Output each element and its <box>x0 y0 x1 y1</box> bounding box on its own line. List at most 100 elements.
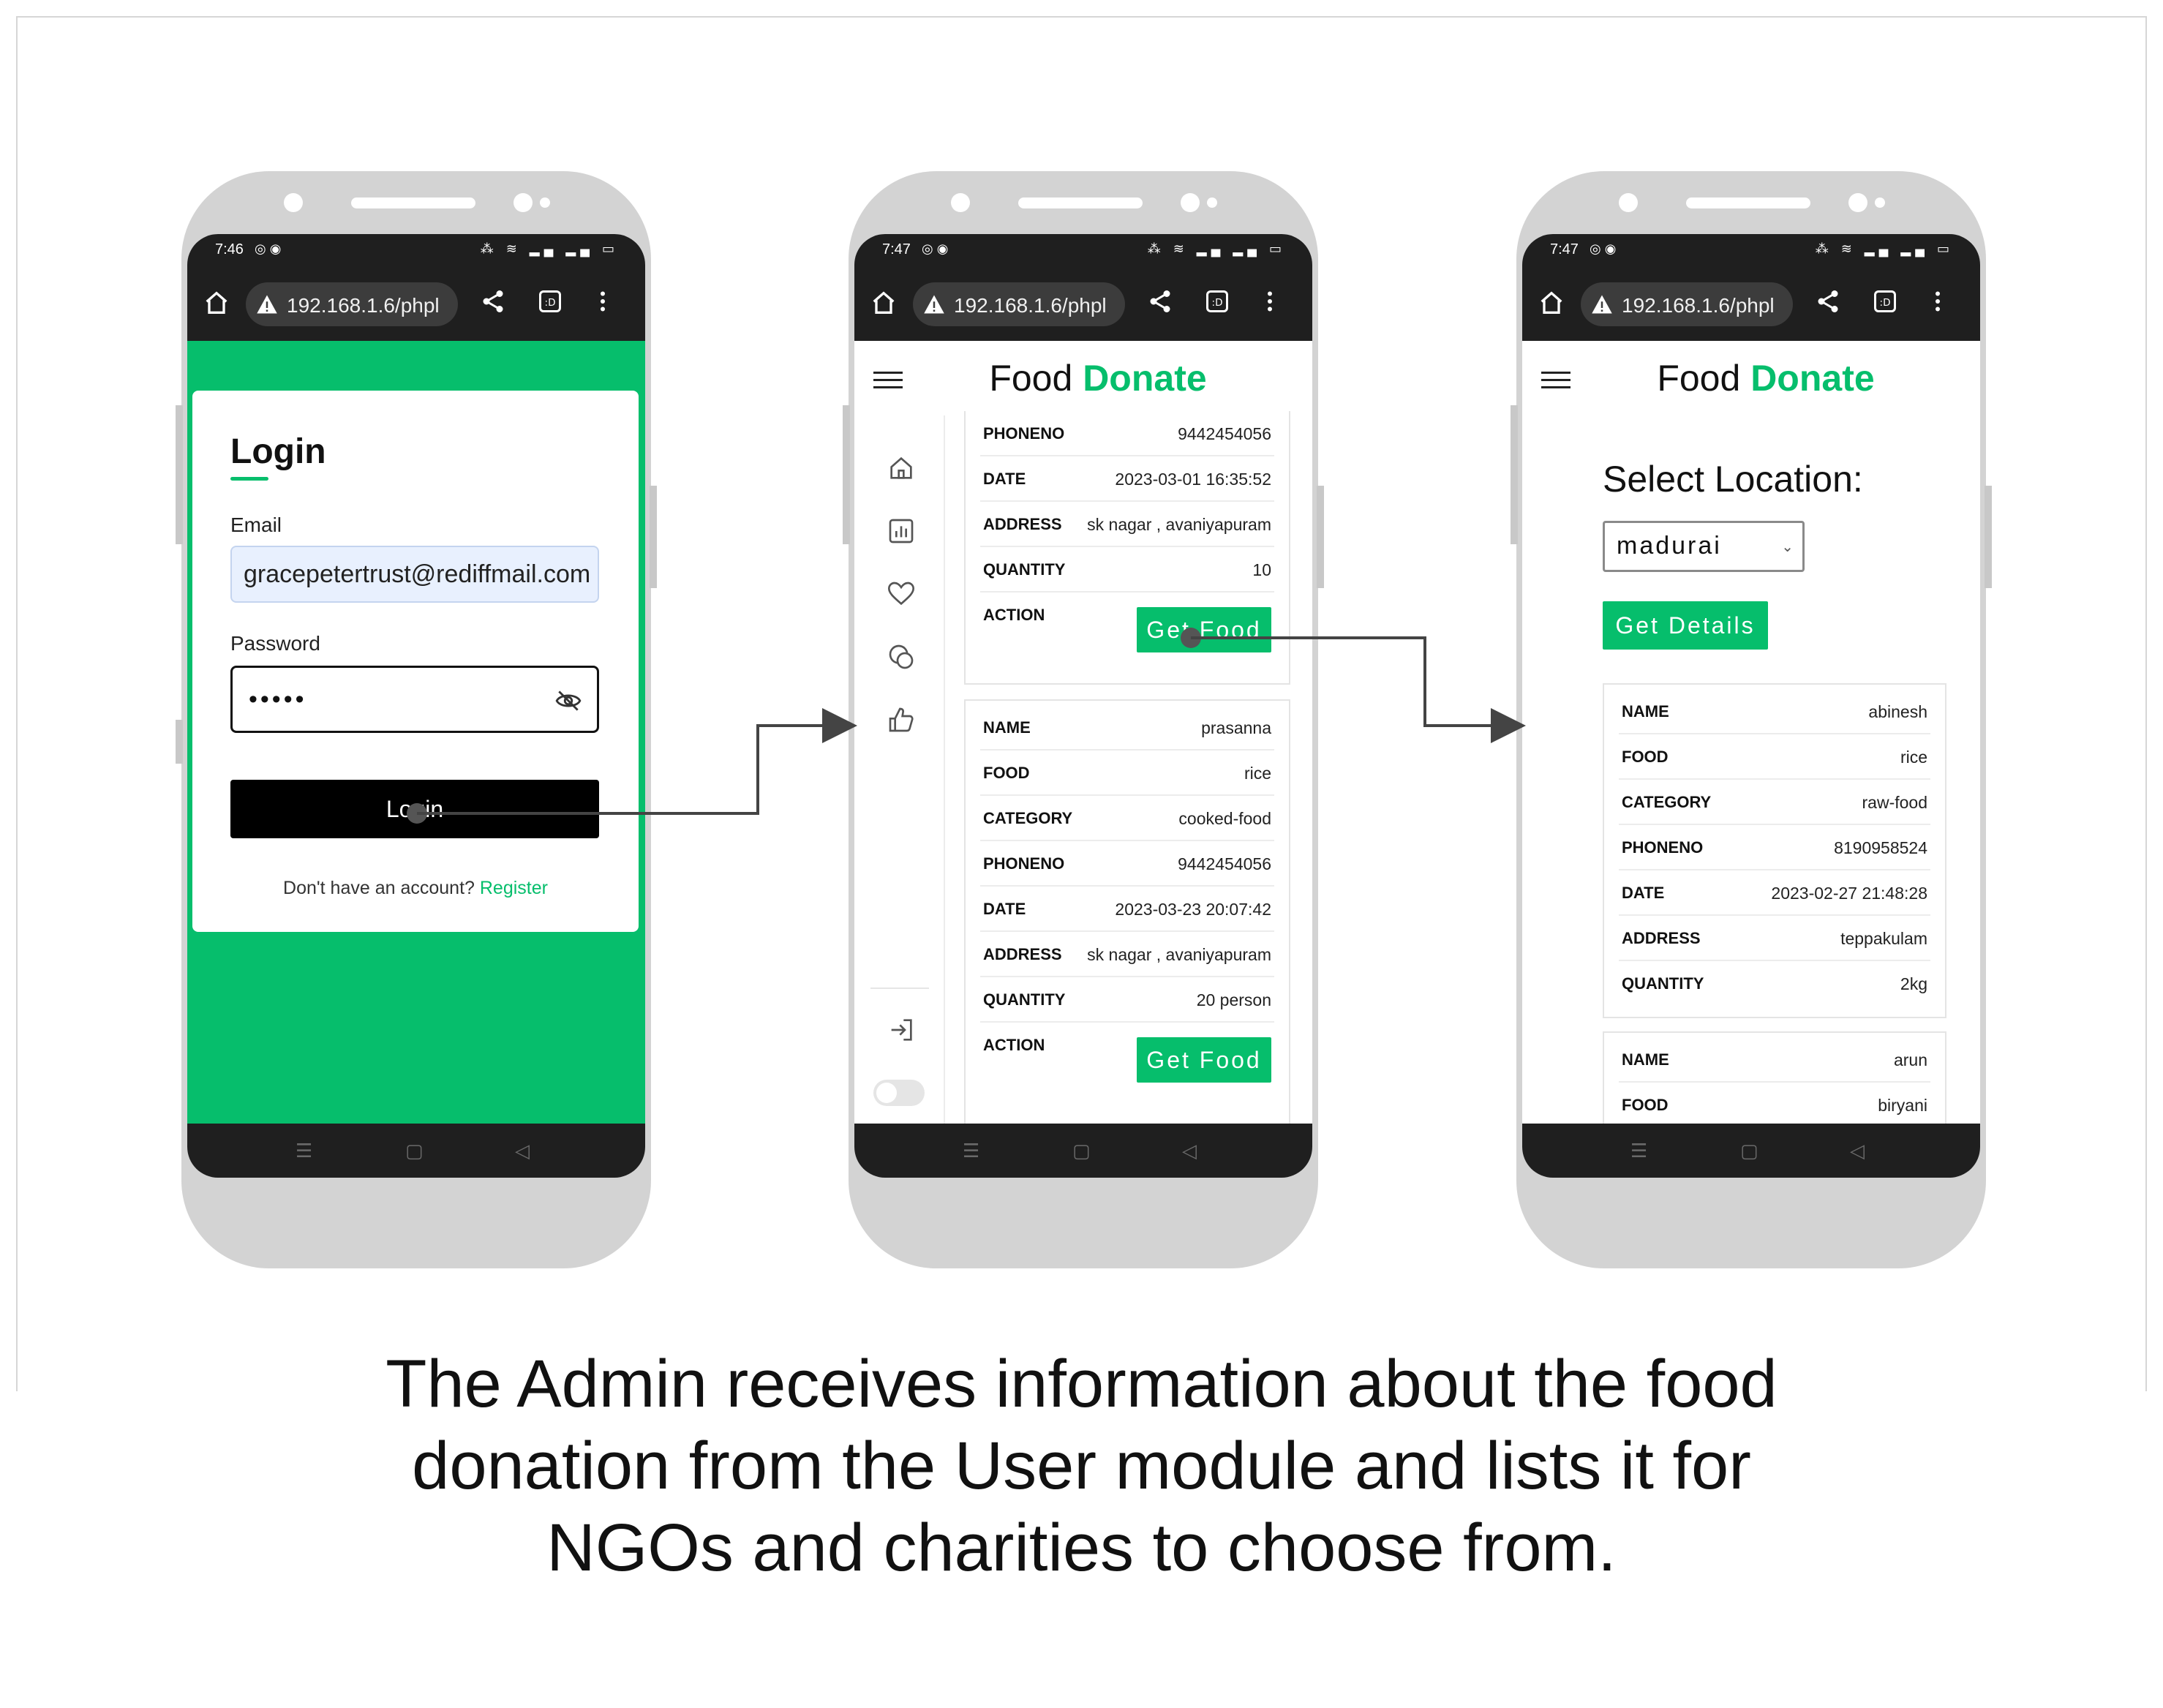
field-value: 8190958524 <box>1834 838 1927 857</box>
side-button <box>843 405 850 544</box>
table-row: CATEGORY raw-food <box>1619 780 1930 825</box>
side-button <box>650 486 657 588</box>
register-link[interactable]: Register <box>480 878 548 898</box>
field-key: ADDRESS <box>983 945 1062 963</box>
email-field[interactable]: gracepetertrust@rediffmail.com <box>230 546 599 603</box>
title-underline <box>230 477 268 481</box>
phone-screen: 7:47 ◎ ◉ ⁂ ≋ ▂▄ ▂▄ ▭ 192.168.1.6/phpl :D <box>854 234 1312 1178</box>
android-nav-bar: ☰ ▢ ◁ <box>187 1124 645 1178</box>
back-icon[interactable]: ◁ <box>515 1140 530 1162</box>
chart-icon[interactable] <box>887 516 916 546</box>
front-camera <box>951 193 970 212</box>
more-icon[interactable] <box>590 288 619 317</box>
field-value: 2023-03-23 20:07:42 <box>1115 900 1271 919</box>
donation-card: PHONENO 9442454056 DATE 2023-03-01 16:35… <box>964 411 1290 685</box>
back-icon[interactable]: ◁ <box>1182 1140 1197 1162</box>
tabs-icon[interactable]: :D <box>1872 288 1901 317</box>
signal-icon: ⁂ ≋ ▂▄ ▂▄ ▭ <box>1147 241 1286 256</box>
password-value: ••••• <box>249 685 307 713</box>
warning-icon <box>1591 294 1613 315</box>
get-food-button[interactable]: Get Food <box>1137 607 1271 652</box>
page-content: Food Donate PHONENO 9442454056 DATE 2023… <box>854 341 1312 1124</box>
svg-text::D: :D <box>1212 297 1223 309</box>
chevron-down-icon: ⌄ <box>1781 539 1794 555</box>
address-bar[interactable]: 192.168.1.6/phpl <box>913 282 1125 326</box>
earpiece-speaker <box>351 197 475 208</box>
field-key: NAME <box>1622 1050 1669 1069</box>
browser-toolbar: 192.168.1.6/phpl :D <box>187 266 645 341</box>
table-row: ADDRESS sk nagar , avaniyapuram <box>980 502 1274 547</box>
recent-apps-icon[interactable]: ☰ <box>1630 1140 1647 1162</box>
table-row: NAME abinesh <box>1619 689 1930 734</box>
android-nav-bar: ☰ ▢ ◁ <box>1522 1124 1980 1178</box>
status-bar: 7:46 ◎ ◉ ⁂ ≋ ▂▄ ▂▄ ▭ <box>187 234 645 266</box>
heart-icon[interactable] <box>887 579 916 609</box>
warning-icon <box>923 294 945 315</box>
field-value: 9442454056 <box>1178 424 1271 443</box>
svg-text::D: :D <box>1880 297 1891 309</box>
recent-apps-icon[interactable]: ☰ <box>296 1140 312 1162</box>
browser-toolbar: 192.168.1.6/phpl :D <box>1522 266 1980 341</box>
share-icon[interactable] <box>480 288 509 317</box>
page-content: Food Donate Select Location: madurai ⌄ G… <box>1522 341 1980 1124</box>
status-bar: 7:47 ◎ ◉ ⁂ ≋ ▂▄ ▂▄ ▭ <box>854 234 1312 266</box>
table-row: FOOD biryani <box>1619 1083 1930 1124</box>
field-key: DATE <box>1622 884 1665 902</box>
front-camera <box>1619 193 1638 212</box>
field-value: rice <box>1244 764 1271 783</box>
field-value: rice <box>1900 748 1927 767</box>
admin-sidebar <box>854 415 945 1124</box>
more-icon[interactable] <box>1925 288 1954 317</box>
recent-apps-icon[interactable]: ☰ <box>963 1140 979 1162</box>
eye-off-icon[interactable] <box>554 687 582 715</box>
app-header: Food Donate <box>854 341 1312 415</box>
signal-icon: ⁂ ≋ ▂▄ ▂▄ ▭ <box>480 241 619 256</box>
tabs-icon[interactable]: :D <box>1204 288 1233 317</box>
get-food-button[interactable]: Get Food <box>1137 1037 1271 1083</box>
theme-toggle[interactable] <box>873 1080 925 1106</box>
home-nav-icon[interactable]: ▢ <box>405 1140 424 1162</box>
phone-screen: 7:47 ◎ ◉ ⁂ ≋ ▂▄ ▂▄ ▭ 192.168.1.6/phpl :D <box>1522 234 1980 1178</box>
signal-icon: ⁂ ≋ ▂▄ ▂▄ ▭ <box>1815 241 1954 256</box>
table-row: PHONENO 9442454056 <box>980 841 1274 887</box>
home-icon[interactable] <box>887 454 916 483</box>
home-icon[interactable] <box>202 288 231 317</box>
chat-icon[interactable] <box>887 642 916 671</box>
brand-logo: Food Donate <box>1522 357 1980 399</box>
brand-text: Food <box>989 358 1073 399</box>
field-key: CATEGORY <box>1622 793 1712 811</box>
location-select[interactable]: madurai ⌄ <box>1603 521 1805 572</box>
address-bar[interactable]: 192.168.1.6/phpl <box>1581 282 1793 326</box>
field-value: 9442454056 <box>1178 854 1271 873</box>
share-icon[interactable] <box>1147 288 1176 317</box>
earpiece-speaker <box>1686 197 1810 208</box>
share-icon[interactable] <box>1815 288 1844 317</box>
get-details-button[interactable]: Get Details <box>1603 601 1768 650</box>
android-nav-bar: ☰ ▢ ◁ <box>854 1124 1312 1178</box>
home-nav-icon[interactable]: ▢ <box>1740 1140 1758 1162</box>
table-row: DATE 2023-03-23 20:07:42 <box>980 887 1274 932</box>
field-key: FOOD <box>1622 1096 1669 1114</box>
side-button <box>176 405 183 544</box>
side-button <box>1317 486 1324 588</box>
address-bar[interactable]: 192.168.1.6/phpl <box>246 282 458 326</box>
thumbs-up-icon[interactable] <box>887 705 916 734</box>
brand-accent-text: Donate <box>1083 358 1207 399</box>
more-icon[interactable] <box>1257 288 1286 317</box>
field-key: NAME <box>1622 702 1669 721</box>
tabs-icon[interactable]: :D <box>537 288 566 317</box>
table-row: FOOD rice <box>980 750 1274 796</box>
table-row: PHONENO 9442454056 <box>980 411 1274 456</box>
field-value: biryani <box>1878 1096 1927 1115</box>
status-time: 7:47 <box>882 241 911 257</box>
home-icon[interactable] <box>1537 288 1566 317</box>
login-button[interactable]: Login <box>230 780 599 838</box>
back-icon[interactable]: ◁ <box>1850 1140 1865 1162</box>
password-field[interactable]: ••••• <box>230 666 599 733</box>
app-header: Food Donate <box>1522 341 1980 415</box>
logout-icon[interactable] <box>887 1015 916 1045</box>
field-value: sk nagar , avaniyapuram <box>1087 945 1271 964</box>
login-card: Login Email gracepetertrust@rediffmail.c… <box>192 391 639 932</box>
home-icon[interactable] <box>869 288 898 317</box>
home-nav-icon[interactable]: ▢ <box>1072 1140 1091 1162</box>
